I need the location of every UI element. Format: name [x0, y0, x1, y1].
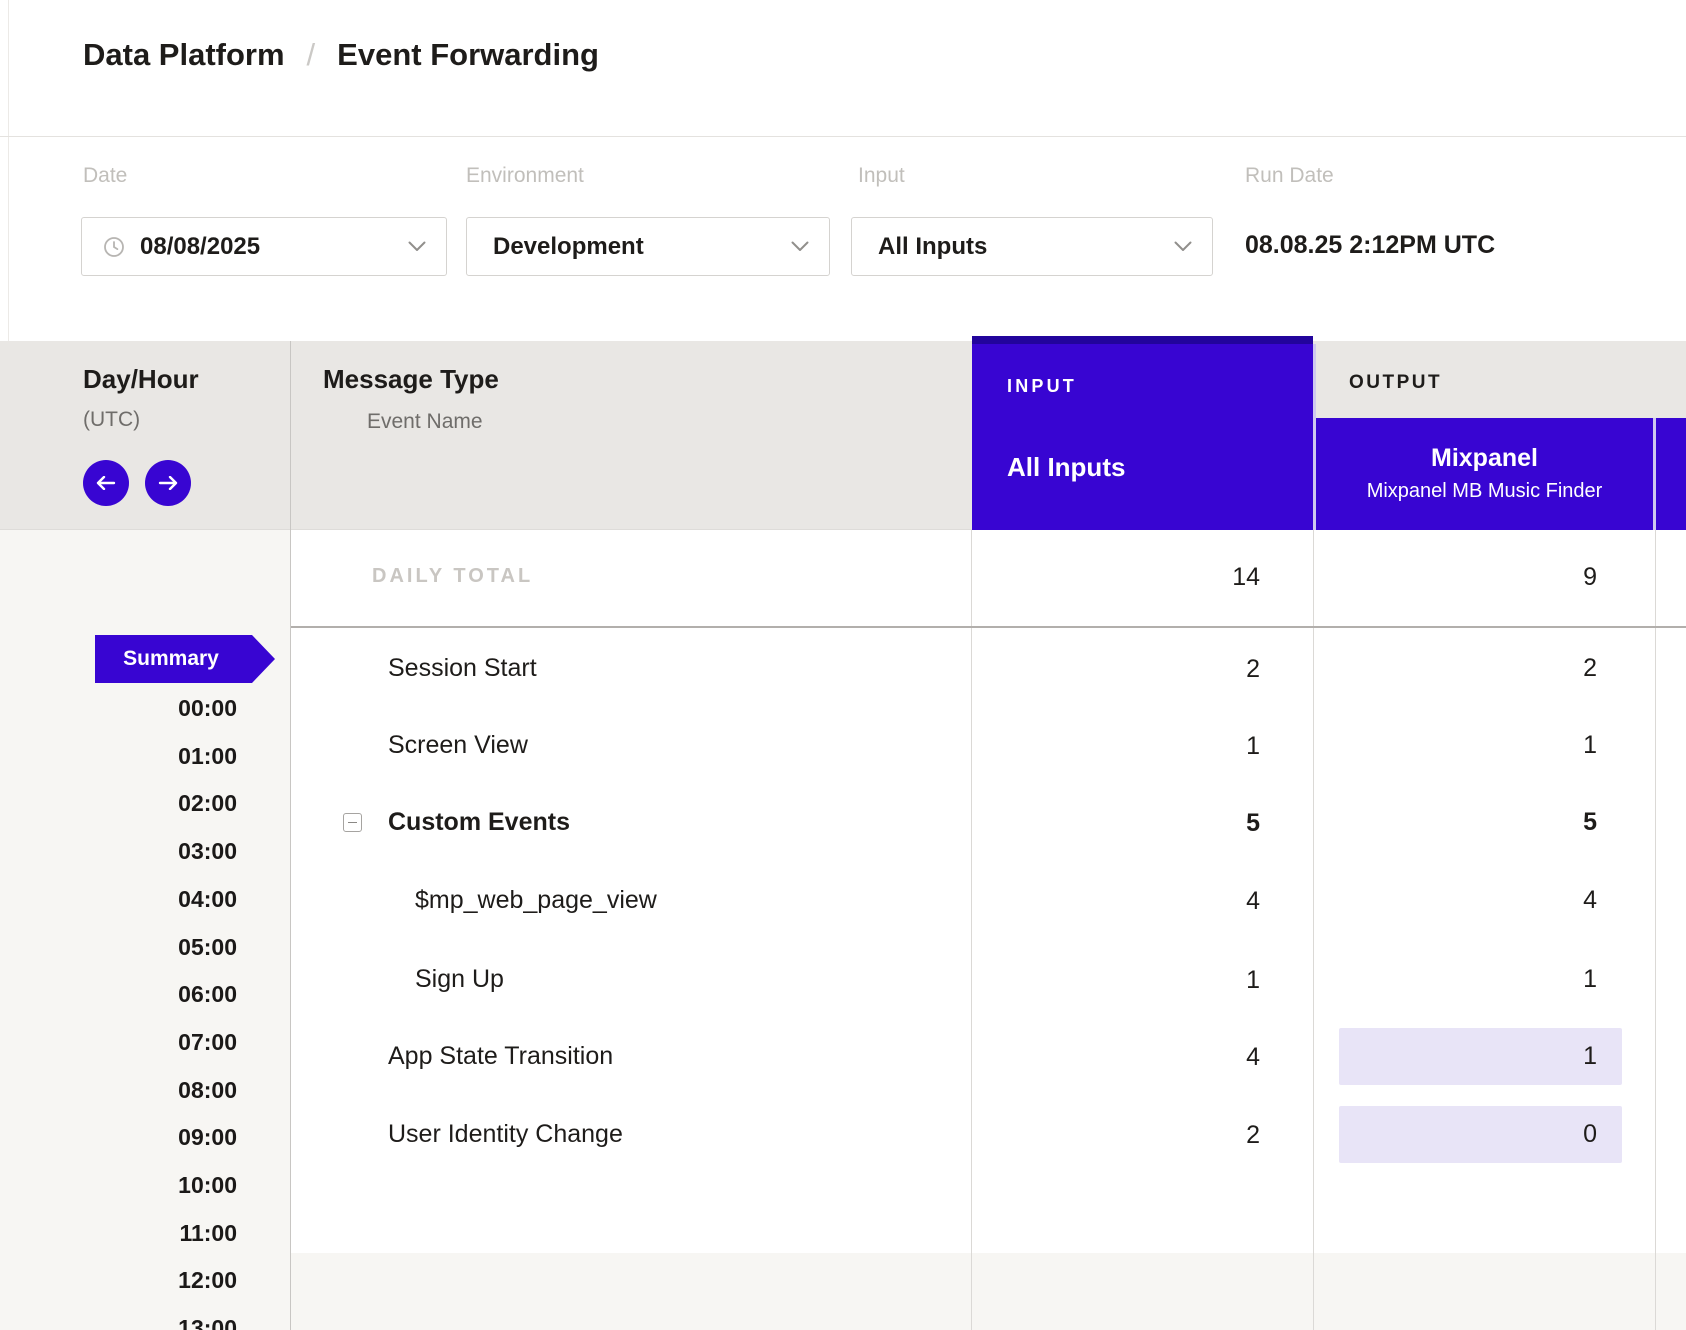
chevron-down-icon — [791, 241, 809, 252]
arrow-left-icon — [95, 476, 117, 490]
daily-total-divider — [291, 626, 1686, 628]
daily-total-input-count: 14 — [972, 548, 1260, 606]
input-filter-label: Input — [858, 164, 905, 188]
input-count: 1 — [972, 951, 1260, 1009]
input-count: 4 — [972, 872, 1260, 930]
output-column-header-mixpanel[interactable]: Mixpanel Mixpanel MB Music Finder — [1316, 418, 1653, 530]
event-name: Sign Up — [415, 965, 504, 994]
date-filter-label: Date — [83, 164, 127, 188]
output-count-highlighted: 0 — [1339, 1106, 1622, 1163]
hour-slot-0800[interactable]: 08:00 — [0, 1074, 237, 1106]
hour-slot-0600[interactable]: 06:00 — [0, 978, 237, 1010]
environment-select-value: Development — [493, 233, 644, 261]
environment-select[interactable]: Development — [466, 217, 830, 276]
daily-total-output-count: 9 — [1339, 548, 1622, 606]
input-column-left-border — [971, 530, 972, 1330]
date-select[interactable]: 08/08/2025 — [81, 217, 447, 276]
output-count: 2 — [1339, 640, 1622, 697]
hour-slot-0700[interactable]: 07:00 — [0, 1026, 237, 1058]
event-name: Session Start — [388, 654, 537, 683]
hour-slot-1100[interactable]: 11:00 — [0, 1217, 237, 1249]
output-column-subtitle: Mixpanel MB Music Finder — [1316, 480, 1653, 503]
hour-slot-0200[interactable]: 02:00 — [0, 787, 237, 819]
output-count-highlighted: 1 — [1339, 1028, 1622, 1085]
summary-badge[interactable]: Summary — [95, 635, 275, 683]
previous-day-button[interactable] — [83, 460, 129, 506]
output-column-header-partial[interactable] — [1656, 418, 1686, 530]
input-count: 2 — [972, 1106, 1260, 1164]
input-column-right-border — [1313, 530, 1314, 1330]
breadcrumb-separator: / — [307, 37, 316, 73]
input-column-name: All Inputs — [1007, 452, 1125, 483]
hour-slot-0300[interactable]: 03:00 — [0, 835, 237, 867]
event-name: $mp_web_page_view — [415, 886, 657, 915]
chevron-down-icon — [1174, 241, 1192, 252]
clock-icon — [102, 235, 126, 259]
summary-badge-label: Summary — [123, 647, 219, 671]
input-count: 2 — [972, 640, 1260, 698]
run-date-value: 08.08.25 2:12PM UTC — [1245, 231, 1495, 260]
output-count: 1 — [1339, 717, 1622, 774]
input-group-label: INPUT — [1007, 376, 1077, 397]
environment-filter-label: Environment — [466, 164, 584, 188]
input-count: 5 — [972, 794, 1260, 852]
day-hour-column-title: Day/Hour — [83, 364, 199, 395]
hour-slot-0400[interactable]: 04:00 — [0, 883, 237, 915]
hour-slot-0500[interactable]: 05:00 — [0, 931, 237, 963]
hour-slot-0000[interactable]: 00:00 — [0, 692, 237, 724]
event-name: Custom Events — [388, 808, 570, 837]
event-name: User Identity Change — [388, 1120, 623, 1149]
event-name: App State Transition — [388, 1042, 613, 1071]
output-count: 5 — [1339, 794, 1622, 851]
date-select-value: 08/08/2025 — [140, 233, 260, 261]
event-forwarding-page: Data Platform / Event Forwarding Date En… — [0, 0, 1686, 1330]
table-footer-band — [291, 1253, 1686, 1330]
output-count: 4 — [1339, 872, 1622, 929]
input-select[interactable]: All Inputs — [851, 217, 1213, 276]
hour-slot-0100[interactable]: 01:00 — [0, 740, 237, 772]
collapse-minus-icon[interactable] — [343, 813, 362, 832]
hour-slot-1200[interactable]: 12:00 — [0, 1264, 237, 1296]
hour-slot-0900[interactable]: 09:00 — [0, 1121, 237, 1153]
header-divider — [0, 136, 1686, 137]
arrow-right-icon — [157, 476, 179, 490]
input-select-value: All Inputs — [878, 233, 987, 261]
output-group-label: OUTPUT — [1349, 372, 1442, 394]
chevron-down-icon — [408, 241, 426, 252]
output-column-name: Mixpanel — [1316, 444, 1653, 473]
output-column-right-border — [1655, 530, 1656, 1330]
daily-total-label: DAILY TOTAL — [372, 565, 533, 588]
run-date-label: Run Date — [1245, 164, 1334, 188]
breadcrumb: Data Platform / Event Forwarding — [83, 37, 599, 73]
input-column-header[interactable]: INPUT All Inputs — [972, 336, 1313, 530]
day-hour-column-subtitle: (UTC) — [83, 408, 140, 432]
breadcrumb-data-platform[interactable]: Data Platform — [83, 37, 285, 73]
event-name: Screen View — [388, 731, 528, 760]
hour-slot-1000[interactable]: 10:00 — [0, 1169, 237, 1201]
message-type-column-subtitle: Event Name — [367, 410, 483, 434]
hour-slot-1300[interactable]: 13:00 — [0, 1312, 237, 1330]
output-count: 1 — [1339, 951, 1622, 1008]
rail-column-divider — [290, 341, 291, 1330]
column-gap-divider — [1653, 418, 1656, 530]
page-title: Event Forwarding — [337, 37, 599, 73]
input-count: 4 — [972, 1028, 1260, 1086]
next-day-button[interactable] — [145, 460, 191, 506]
message-type-column-title: Message Type — [323, 364, 499, 395]
input-count: 1 — [972, 717, 1260, 775]
column-gap-divider — [1313, 344, 1316, 530]
